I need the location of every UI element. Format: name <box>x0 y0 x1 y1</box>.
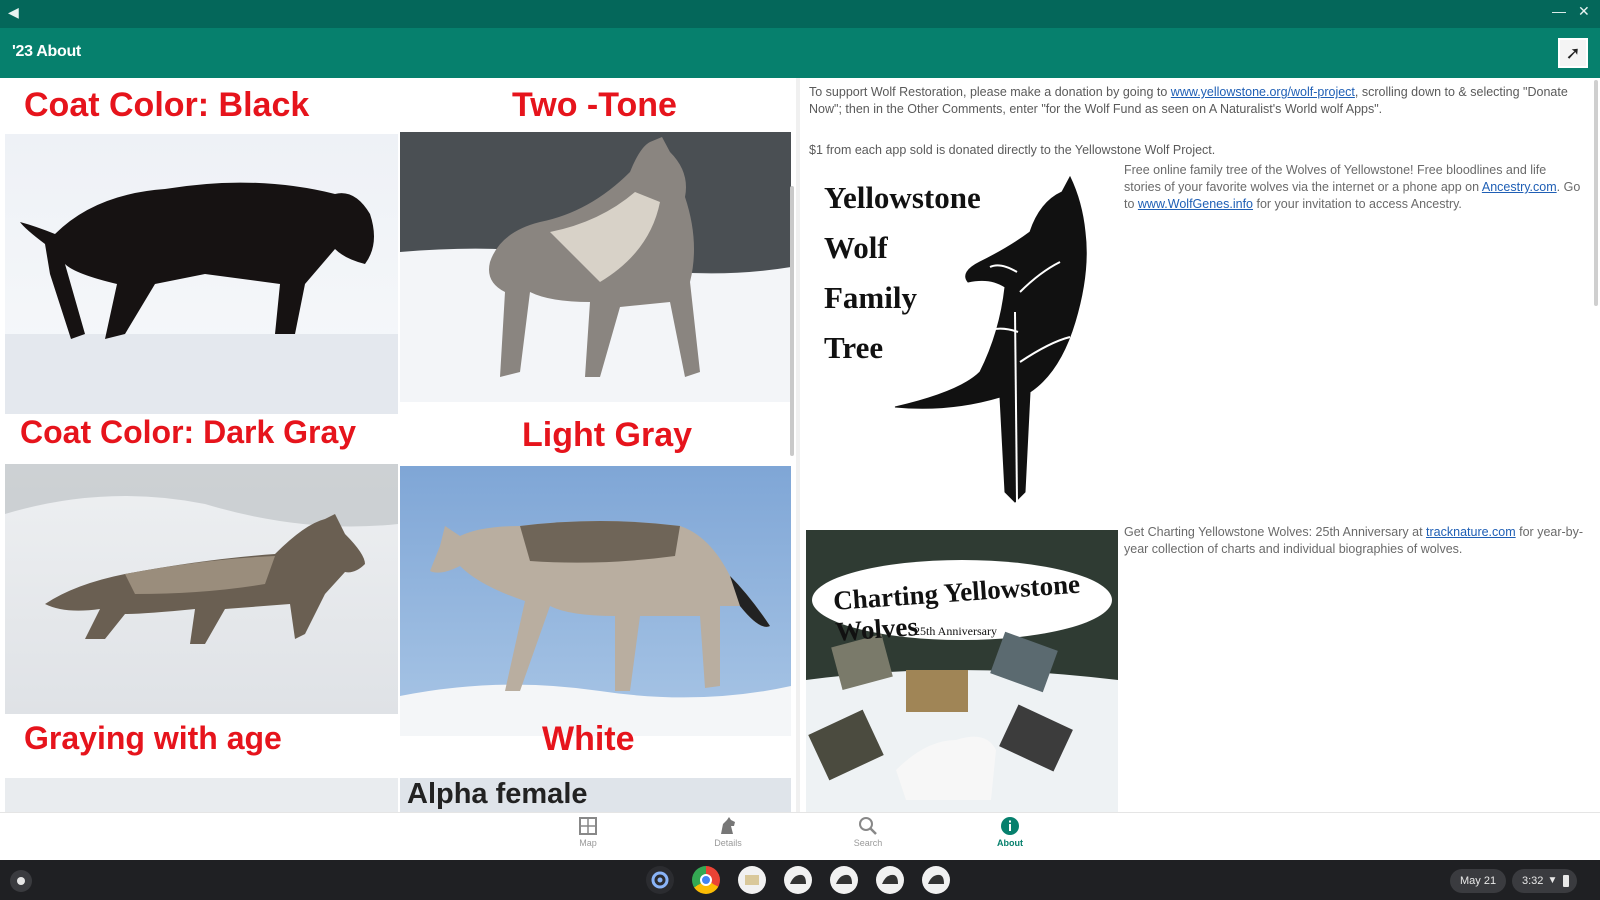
nav-map[interactable]: Map <box>558 816 618 848</box>
wifi-icon: ▼ <box>1547 875 1558 886</box>
book-cover-subtitle: 25th Anniversary <box>914 624 997 638</box>
minimize-icon[interactable]: — <box>1552 3 1566 19</box>
wolf-project-link[interactable]: www.yellowstone.org/wolf-project <box>1171 85 1355 99</box>
about-panel[interactable]: To support Wolf Restoration, please make… <box>800 78 1600 812</box>
search-icon <box>859 817 877 835</box>
coat-color-panel[interactable]: Coat Color: Black Two -Tone Coat Color: … <box>0 78 796 812</box>
photo-white-wolf: Alpha female <box>400 778 791 812</box>
photo-light-gray-wolf <box>400 466 791 736</box>
left-scrollbar[interactable] <box>790 186 794 456</box>
battery-icon <box>1563 875 1570 887</box>
close-icon[interactable]: ✕ <box>1578 3 1590 20</box>
label-white: White <box>542 720 635 758</box>
wolf-tree-icon <box>894 175 1087 503</box>
label-alpha-female: Alpha female <box>407 778 588 810</box>
donated-line: $1 from each app sold is donated directl… <box>809 143 1216 157</box>
tree-title-line-2: Wolf <box>824 230 888 265</box>
share-icon[interactable]: ➚ <box>1558 38 1588 68</box>
right-scrollbar[interactable] <box>1594 80 1598 306</box>
app-bar: '23 About ➚ <box>0 28 1600 78</box>
nav-search[interactable]: Search <box>838 816 898 848</box>
family-tree-text-after: for your invitation to access Ancestry. <box>1253 197 1462 211</box>
label-light-gray: Light Gray <box>522 416 693 454</box>
tracknature-link[interactable]: tracknature.com <box>1426 525 1516 539</box>
wolf-app-icon-1[interactable] <box>784 866 812 894</box>
photo-two-tone-wolf <box>400 132 791 402</box>
book-paragraph: Get Charting Yellowstone Wolves: 25th An… <box>1124 524 1584 558</box>
nav-about[interactable]: About <box>980 816 1040 848</box>
family-tree-paragraph: Free online family tree of the Wolves of… <box>1124 162 1584 213</box>
ancestry-link[interactable]: Ancestry.com <box>1482 180 1557 194</box>
photos-app-icon[interactable] <box>738 866 766 894</box>
nav-search-label: Search <box>853 838 883 848</box>
wolf-app-icon-4[interactable] <box>922 866 950 894</box>
back-arrow-icon[interactable]: ◀ <box>8 4 19 21</box>
wolf-app-icon-3[interactable] <box>876 866 904 894</box>
photo-dark-gray-wolf <box>5 464 398 714</box>
photo-graying-wolf <box>5 778 398 812</box>
wolfgenes-link[interactable]: www.WolfGenes.info <box>1138 197 1253 211</box>
status-tray[interactable]: 3:32 ▼ <box>1512 869 1578 893</box>
nav-map-label: Map <box>579 838 597 848</box>
donation-paragraph: To support Wolf Restoration, please make… <box>809 84 1579 118</box>
nav-details[interactable]: Details <box>698 816 758 848</box>
label-graying: Graying with age <box>24 720 282 756</box>
donation-text: To support Wolf Restoration, please make… <box>809 85 1171 99</box>
os-shelf: May 21 3:32 ▼ <box>0 860 1600 900</box>
date-tray[interactable]: May 21 <box>1450 869 1507 893</box>
label-dark-gray: Coat Color: Dark Gray <box>20 414 357 450</box>
wolf-app-icon-2[interactable] <box>830 866 858 894</box>
info-icon <box>1001 817 1019 835</box>
chrome-app-icon[interactable] <box>692 866 720 894</box>
launcher-icon[interactable] <box>10 870 32 892</box>
photo-black-wolf <box>5 134 398 414</box>
bottom-navigation: Map Details Search About <box>0 812 1600 860</box>
window-title-bar: ◀ — ✕ <box>0 0 1600 28</box>
label-two-tone: Two -Tone <box>512 86 677 124</box>
nav-details-label: Details <box>714 838 742 848</box>
clock: 3:32 <box>1522 875 1544 887</box>
nav-about-label: About <box>997 838 1023 848</box>
book-cover-image[interactable]: Charting Yellowstone Wolves 25th Anniver… <box>806 530 1118 812</box>
book-text: Get Charting Yellowstone Wolves: 25th An… <box>1124 525 1427 539</box>
wolf-icon <box>721 817 735 834</box>
settings-app-icon[interactable] <box>646 866 674 894</box>
tree-title-line-4: Tree <box>824 330 884 365</box>
label-black: Coat Color: Black <box>24 86 310 124</box>
app-title: '23 About <box>12 43 81 60</box>
map-icon <box>579 817 597 835</box>
